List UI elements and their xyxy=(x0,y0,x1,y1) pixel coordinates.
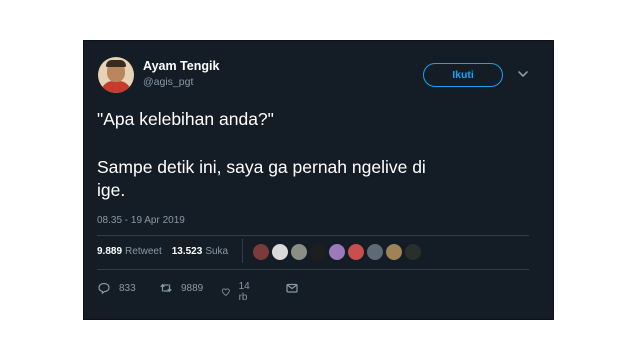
tweet-stats: 9.889 Retweet 13.523 Suka xyxy=(97,246,238,257)
likes-count[interactable]: 13.523 xyxy=(172,246,203,257)
follow-button[interactable]: Ikuti xyxy=(423,63,503,87)
liker-avatar-2[interactable] xyxy=(271,243,289,261)
message-action[interactable] xyxy=(285,281,307,295)
stats-separator xyxy=(242,239,243,263)
retweet-icon xyxy=(160,283,172,293)
envelope-icon xyxy=(286,283,298,293)
tweet-card: Ayam Tengik @agis_pgt Ikuti "Apa kelebih… xyxy=(83,40,554,320)
tweet-text-line-1: "Apa kelebihan anda?" xyxy=(97,109,274,129)
liker-avatar-8[interactable] xyxy=(385,243,403,261)
reply-icon xyxy=(98,282,110,294)
divider-bottom xyxy=(97,269,529,270)
liker-avatar-4[interactable] xyxy=(309,243,327,261)
like-action[interactable]: 14 rb xyxy=(221,281,254,303)
retweets-label[interactable]: Retweet xyxy=(125,246,162,257)
tweet-timestamp[interactable]: 08.35 - 19 Apr 2019 xyxy=(97,215,185,226)
reply-action[interactable]: 833 xyxy=(97,281,136,295)
reply-count: 833 xyxy=(119,282,136,294)
retweet-count: 9889 xyxy=(181,282,204,294)
liker-avatar-5[interactable] xyxy=(328,243,346,261)
tweet-text-line-2: Sampe detik ini, saya ga pernah ngelive … xyxy=(97,157,426,177)
chevron-down-icon[interactable] xyxy=(516,67,530,81)
like-count: 14 rb xyxy=(238,281,250,303)
author-handle[interactable]: @agis_pgt xyxy=(143,76,193,88)
heart-icon xyxy=(221,288,230,296)
retweets-count[interactable]: 9.889 xyxy=(97,246,122,257)
liker-avatar-3[interactable] xyxy=(290,243,308,261)
liker-avatar-9[interactable] xyxy=(404,243,422,261)
avatar-shirt xyxy=(101,81,131,93)
divider-top xyxy=(97,235,529,236)
liker-avatar-7[interactable] xyxy=(366,243,384,261)
tweet-text-line-3: ige. xyxy=(97,180,126,200)
retweet-action[interactable]: 9889 xyxy=(159,281,203,295)
liker-avatar-1[interactable] xyxy=(252,243,270,261)
author-name[interactable]: Ayam Tengik xyxy=(143,59,219,73)
likes-label[interactable]: Suka xyxy=(205,246,228,257)
avatar-hair xyxy=(106,60,126,67)
liker-avatar-6[interactable] xyxy=(347,243,365,261)
author-avatar[interactable] xyxy=(98,57,134,93)
